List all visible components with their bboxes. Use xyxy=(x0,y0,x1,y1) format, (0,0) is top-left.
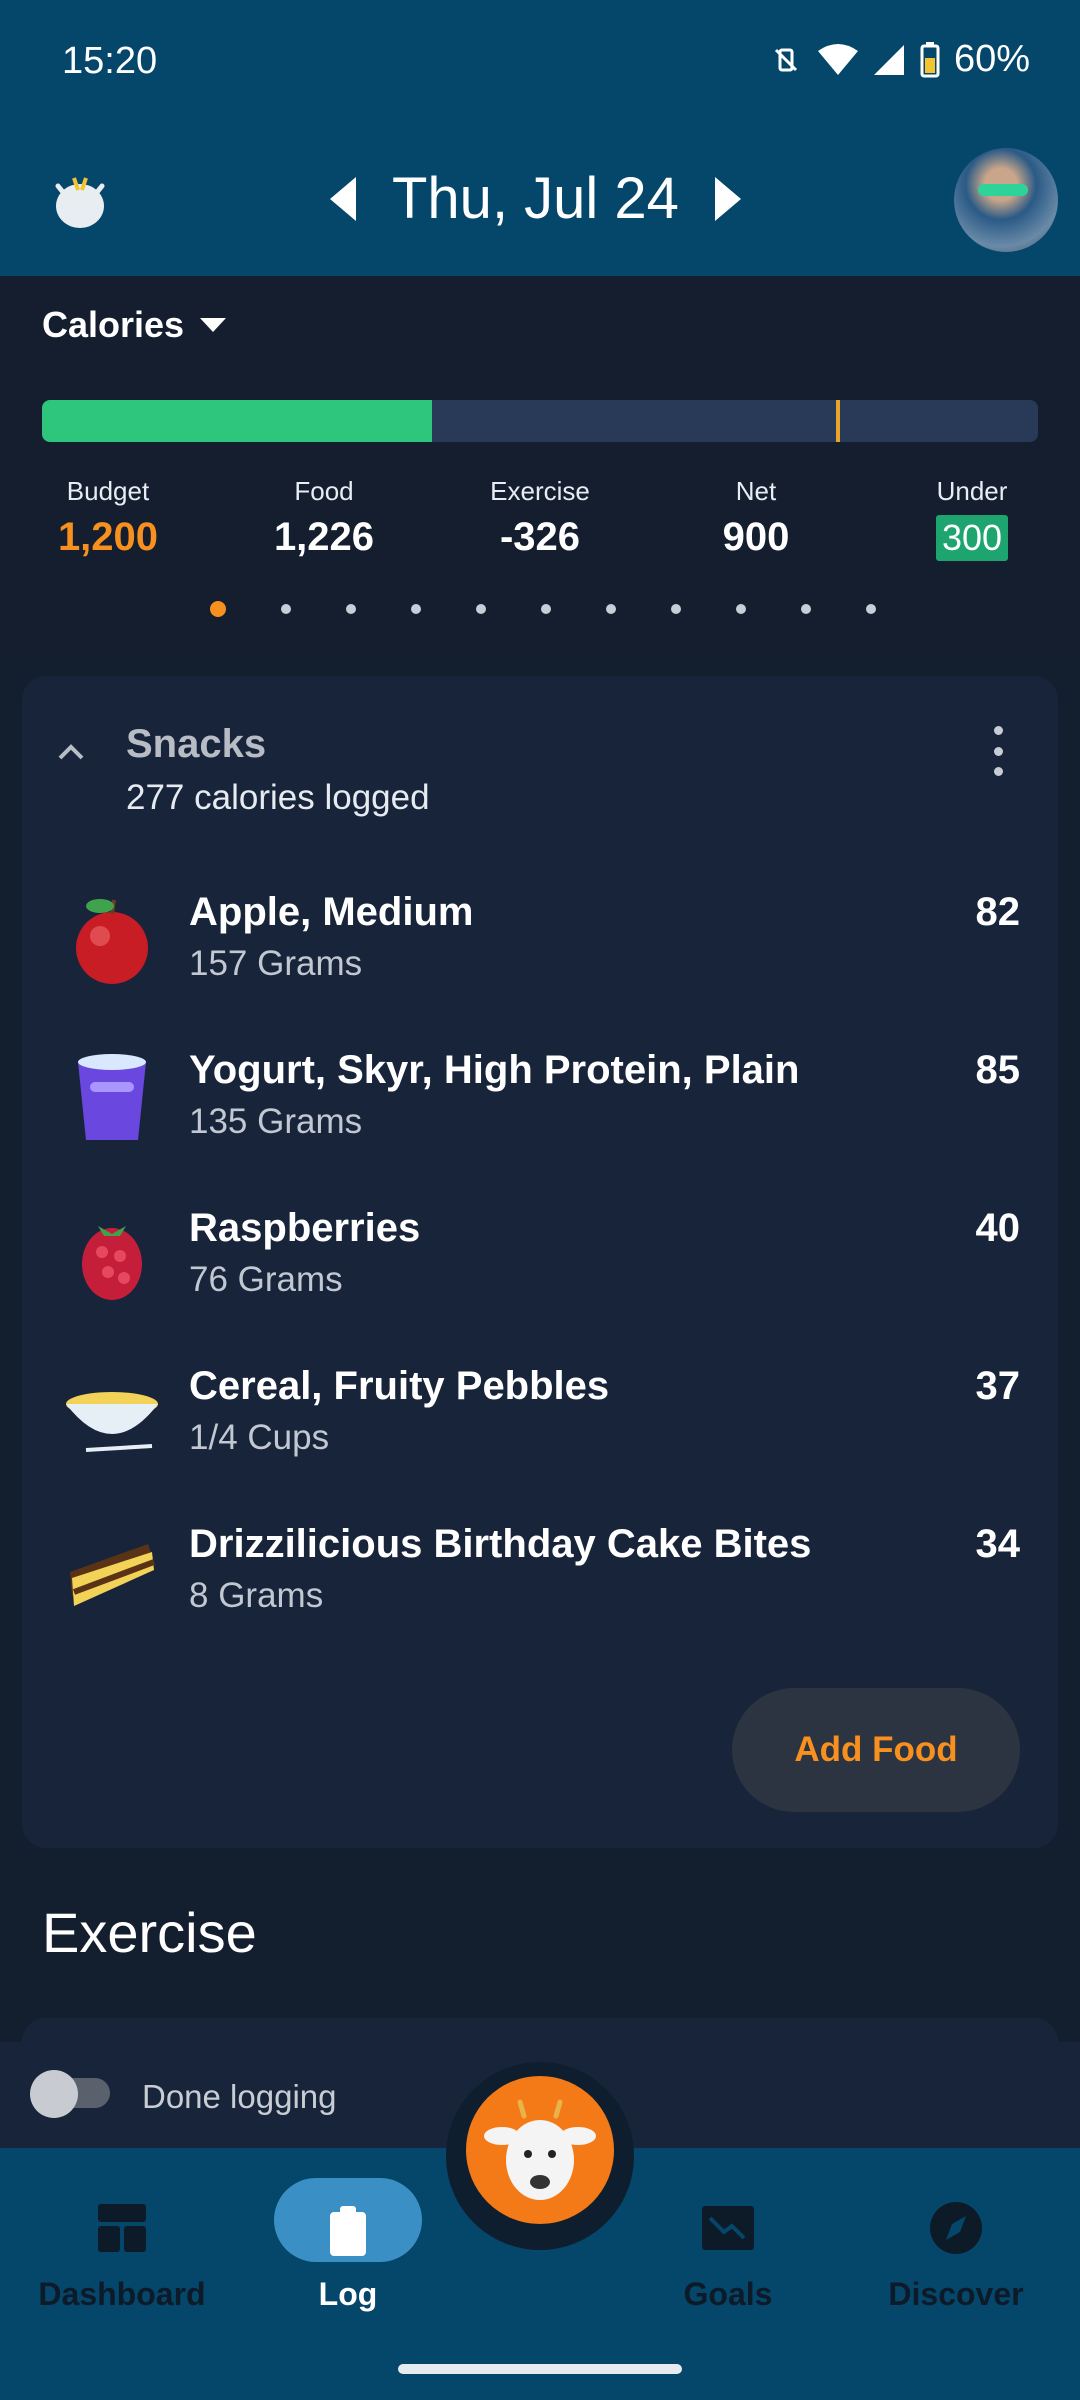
page-indicator[interactable] xyxy=(210,601,876,617)
stat-net: Net 900 xyxy=(656,476,856,560)
page-dot[interactable] xyxy=(476,604,486,614)
chevron-up-icon[interactable] xyxy=(56,738,86,768)
page-dot[interactable] xyxy=(866,604,876,614)
stat-food: Food 1,226 xyxy=(224,476,424,560)
food-name: Drizzilicious Birthday Cake Bites xyxy=(189,1522,812,1566)
food-item[interactable]: Apple, Medium 157 Grams 82 xyxy=(22,876,1058,1026)
apple-icon xyxy=(76,899,148,984)
food-item[interactable]: Raspberries 76 Grams 40 xyxy=(22,1192,1058,1342)
food-quantity: 157 Grams xyxy=(189,944,363,983)
food-name: Apple, Medium xyxy=(189,890,474,934)
page-dot[interactable] xyxy=(210,601,226,617)
stat-value: -326 xyxy=(499,515,581,559)
food-calories: 37 xyxy=(975,1364,1021,1408)
more-options-icon[interactable] xyxy=(992,726,1004,776)
exercise-section-title: Exercise xyxy=(42,1901,257,1964)
nav-label: Dashboard xyxy=(38,2276,206,2312)
status-time: 15:20 xyxy=(62,40,158,82)
meal-calories-logged: 277 calories logged xyxy=(126,778,430,817)
budget-marker xyxy=(836,400,840,442)
food-quantity: 76 Grams xyxy=(189,1260,343,1299)
date-navigator: Thu, Jul 24 xyxy=(330,165,741,232)
nav-label: Discover xyxy=(888,2276,1024,2312)
nav-goals[interactable]: Goals xyxy=(618,2148,838,2348)
next-day-icon[interactable] xyxy=(714,176,741,221)
cake-slice-icon xyxy=(70,1544,156,1606)
food-quantity: 8 Grams xyxy=(189,1576,324,1615)
food-quantity: 135 Grams xyxy=(189,1102,363,1141)
nav-discover[interactable]: Discover xyxy=(846,2148,1066,2348)
add-food-button[interactable]: Add Food xyxy=(732,1688,1020,1812)
page-dot[interactable] xyxy=(801,604,811,614)
nav-dashboard[interactable]: Dashboard xyxy=(12,2148,232,2348)
cereal-bowl-icon xyxy=(66,1392,158,1452)
goat-logo-icon[interactable] xyxy=(44,168,116,232)
battery-percent: 60% xyxy=(953,38,1030,80)
previous-day-icon[interactable] xyxy=(330,176,356,221)
page-dot[interactable] xyxy=(736,604,746,614)
battery-icon xyxy=(920,41,940,77)
food-name: Raspberries xyxy=(189,1206,421,1250)
avatar[interactable] xyxy=(954,148,1058,252)
goat-mascot-icon xyxy=(484,2099,596,2200)
food-name: Cereal, Fruity Pebbles xyxy=(189,1364,610,1408)
stat-exercise: Exercise -326 xyxy=(440,476,640,560)
stat-label: Under xyxy=(936,476,1008,506)
food-calories: 34 xyxy=(975,1522,1021,1566)
food-quantity: 1/4 Cups xyxy=(189,1418,330,1457)
stat-value: 1,200 xyxy=(57,515,159,559)
stat-under: Under 300 xyxy=(872,476,1072,561)
stat-value: 900 xyxy=(722,515,790,559)
snacks-card: Snacks 277 calories logged Apple, Medium… xyxy=(22,676,1058,1848)
trend-down-icon xyxy=(702,2206,754,2250)
page-dot[interactable] xyxy=(411,604,421,614)
clipboard-icon xyxy=(330,2206,366,2256)
calorie-progress-bar xyxy=(42,400,1038,442)
home-indicator[interactable] xyxy=(398,2364,682,2374)
food-calories: 40 xyxy=(975,1206,1021,1250)
calorie-summary: Calories Budget 1,200 Food 1,226 Exercis… xyxy=(0,276,1080,658)
muted-vibrate-icon xyxy=(774,48,797,71)
app-header: 15:20 60% Thu, Jul 24 xyxy=(0,0,1080,276)
page-dot[interactable] xyxy=(281,604,291,614)
yogurt-icon xyxy=(78,1054,146,1140)
status-icons: 60% xyxy=(768,38,1030,81)
done-logging-label: Done logging xyxy=(142,2078,337,2115)
quick-add-button[interactable] xyxy=(466,2076,614,2224)
food-name: Yogurt, Skyr, High Protein, Plain xyxy=(189,1048,800,1092)
current-date[interactable]: Thu, Jul 24 xyxy=(392,165,679,232)
food-item[interactable]: Cereal, Fruity Pebbles 1/4 Cups 37 xyxy=(22,1350,1058,1500)
nav-log[interactable]: Log xyxy=(238,2148,458,2348)
caret-down-icon xyxy=(200,318,227,332)
nav-label: Log xyxy=(318,2276,378,2312)
signal-icon xyxy=(873,44,904,75)
page-dot[interactable] xyxy=(346,604,356,614)
metric-dropdown[interactable]: Calories xyxy=(42,304,227,346)
food-calories: 85 xyxy=(975,1048,1021,1092)
meal-title: Snacks xyxy=(126,722,267,766)
progress-fill xyxy=(42,400,433,442)
food-item[interactable]: Drizzilicious Birthday Cake Bites 8 Gram… xyxy=(22,1508,1058,1658)
food-calories: 82 xyxy=(975,890,1021,934)
food-item[interactable]: Yogurt, Skyr, High Protein, Plain 135 Gr… xyxy=(22,1034,1058,1184)
nav-label: Goals xyxy=(683,2276,773,2312)
page-dot[interactable] xyxy=(541,604,551,614)
stat-value: 300 xyxy=(935,515,1009,561)
stat-label: Food xyxy=(294,476,354,506)
page-dot[interactable] xyxy=(671,604,681,614)
stat-label: Net xyxy=(735,476,777,506)
raspberry-icon xyxy=(82,1226,142,1300)
stat-value: 1,226 xyxy=(273,515,375,559)
stat-label: Budget xyxy=(66,476,150,506)
stat-budget: Budget 1,200 xyxy=(8,476,208,560)
done-logging-toggle[interactable] xyxy=(30,2070,112,2118)
stat-label: Exercise xyxy=(490,476,590,506)
dashboard-icon xyxy=(98,2204,146,2252)
compass-icon xyxy=(930,2202,982,2254)
wifi-icon xyxy=(817,43,858,75)
metric-label: Calories xyxy=(42,304,185,345)
page-dot[interactable] xyxy=(606,604,616,614)
